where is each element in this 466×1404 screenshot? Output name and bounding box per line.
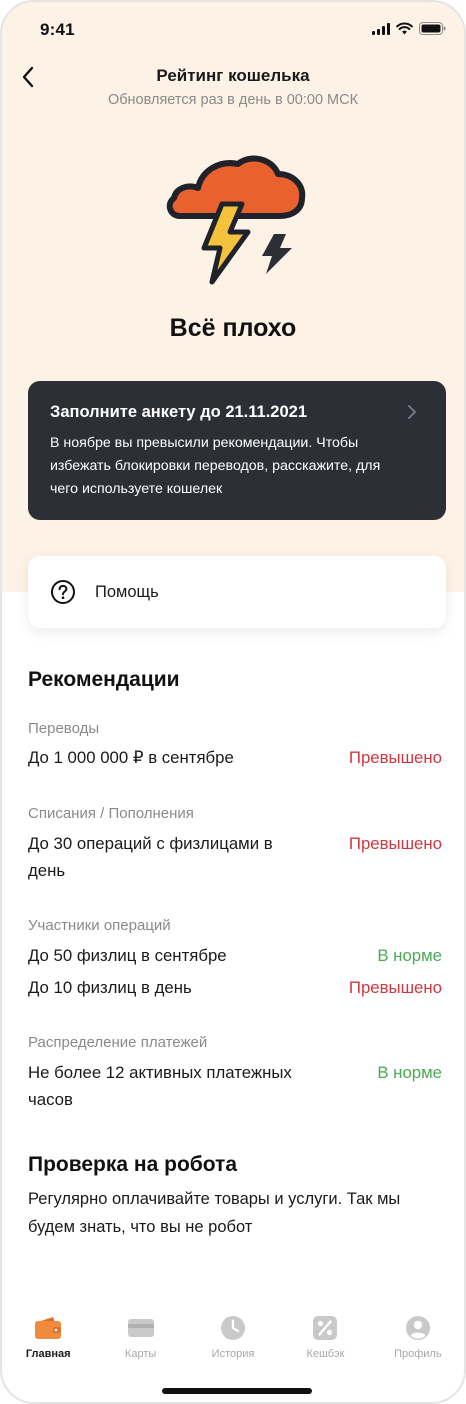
rec-text-participants-day: До 10 физлиц в день bbox=[28, 978, 192, 997]
tab-cards[interactable]: Карты bbox=[94, 1314, 186, 1374]
tab-label: История bbox=[211, 1348, 255, 1360]
tab-label: Кешбэк bbox=[306, 1348, 345, 1360]
rating-status: Всё плохо bbox=[169, 314, 297, 342]
profile-icon bbox=[404, 1314, 432, 1342]
cellular-signal-icon bbox=[372, 22, 390, 35]
home-indicator bbox=[162, 1388, 312, 1394]
rec-status-active-hours: В норме bbox=[377, 1063, 442, 1082]
chevron-right-icon bbox=[408, 405, 416, 419]
status-bar: 9:41 bbox=[2, 2, 464, 58]
status-time: 9:41 bbox=[40, 20, 75, 39]
storm-cloud-lightning-icon bbox=[166, 155, 306, 285]
page-title: Рейтинг кошелька bbox=[156, 66, 310, 85]
tab-label: Карты bbox=[124, 1348, 157, 1360]
tab-cashback[interactable]: Кешбэк bbox=[279, 1314, 371, 1374]
wallet-icon bbox=[34, 1314, 62, 1342]
rec-text-participants-month: До 50 физлиц в сентябре bbox=[28, 946, 227, 965]
wifi-icon bbox=[396, 22, 413, 35]
banner-title: Заполните анкету до 21.11.2021 bbox=[50, 403, 307, 421]
banner-text: В ноябре вы превысили рекомендации. Чтоб… bbox=[50, 435, 381, 497]
tab-profile[interactable]: Профиль bbox=[372, 1314, 464, 1374]
robot-check-title: Проверка на робота bbox=[28, 1153, 238, 1176]
tab-home[interactable]: Главная bbox=[2, 1314, 94, 1374]
clock-icon bbox=[219, 1314, 247, 1342]
rec-text-active-hours: Не более 12 активных платежных часов bbox=[28, 1063, 292, 1109]
questionnaire-banner[interactable]: Заполните анкету до 21.11.2021 В ноябре … bbox=[28, 381, 446, 520]
battery-icon bbox=[419, 22, 446, 35]
rec-status-operations-limit: Превышено bbox=[348, 834, 442, 853]
help-card[interactable]: Помощь bbox=[28, 556, 446, 628]
help-label: Помощь bbox=[95, 582, 159, 601]
tab-label: Главная bbox=[25, 1348, 71, 1360]
percent-icon bbox=[311, 1314, 339, 1342]
group-label-transfers: Переводы bbox=[28, 720, 100, 737]
robot-check-text: Регулярно оплачивайте товары и услуги. Т… bbox=[28, 1190, 401, 1236]
page-subtitle: Обновляется раз в день в 00:00 МСК bbox=[107, 92, 359, 108]
status-icons bbox=[372, 22, 446, 35]
question-circle-icon bbox=[51, 580, 75, 604]
rec-status-participants-month: В норме bbox=[377, 946, 442, 965]
page-header: Рейтинг кошелька Обновляется раз в день … bbox=[2, 62, 464, 118]
tab-history[interactable]: История bbox=[187, 1314, 279, 1374]
group-label-debits: Списания / Пополнения bbox=[28, 805, 194, 822]
rec-text-transfers-limit: До 1 000 000 ₽ в сентябре bbox=[28, 748, 234, 767]
recommendations-title: Рекомендации bbox=[28, 668, 180, 691]
card-icon bbox=[127, 1314, 155, 1342]
group-label-participants: Участники операций bbox=[28, 917, 171, 934]
rec-status-transfers-limit: Превышено bbox=[348, 748, 442, 767]
group-label-distribution: Распределение платежей bbox=[28, 1034, 208, 1051]
rec-status-participants-day: Превышено bbox=[348, 978, 442, 997]
phone-screen: 9:41 Рейтинг кошелька Обновляется раз в … bbox=[0, 0, 466, 1404]
bottom-tab-bar: Главная Карты История Кешбэк Профиль bbox=[2, 1314, 464, 1374]
tab-label: Профиль bbox=[394, 1348, 442, 1360]
rec-text-operations-limit: До 30 операций с физлицами в день bbox=[28, 834, 273, 880]
